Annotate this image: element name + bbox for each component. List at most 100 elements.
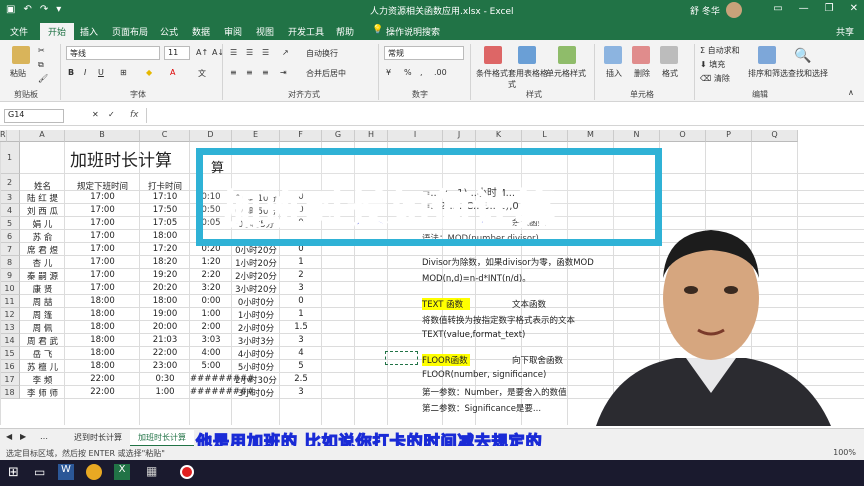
minimize-icon[interactable]: — [799, 3, 809, 14]
table-cell[interactable]: 周 君 武 [20, 335, 65, 347]
align-middle-icon[interactable]: ☰ [246, 48, 253, 57]
table-cell[interactable]: 18:00 [65, 322, 140, 332]
confirm-icon[interactable]: ✓ [108, 110, 115, 119]
row-header[interactable]: 7 [0, 243, 20, 256]
format-cells-button[interactable]: 格式 [662, 68, 678, 79]
table-cell[interactable]: 陆 红 提 [20, 192, 65, 204]
table-cell[interactable]: 周 佩 [20, 322, 65, 334]
table-cell[interactable]: 17:00 [65, 205, 140, 215]
table-cell[interactable]: 杏 儿 [20, 257, 65, 269]
table-cell[interactable]: 17:05 [140, 218, 190, 228]
selected-cell-g14[interactable] [385, 351, 418, 365]
excel-icon[interactable]: X [114, 464, 130, 480]
tab-home[interactable]: 开始 [40, 23, 75, 40]
table-cell[interactable]: 2:00 [190, 322, 232, 332]
table-cell[interactable]: 1:00 [140, 387, 190, 397]
table-cell[interactable]: 1 [280, 309, 322, 319]
column-header[interactable]: E [232, 130, 280, 142]
row-header[interactable]: 5 [0, 217, 20, 230]
fill-button[interactable]: ⬇ 填充 [700, 59, 725, 70]
table-cell[interactable]: 5小时0分 [232, 361, 280, 373]
table-cell[interactable]: 3:03 [190, 335, 232, 345]
zoom-level[interactable]: 100% [833, 448, 856, 457]
table-cell[interactable]: 18:00 [65, 361, 140, 371]
column-header[interactable]: L [522, 130, 568, 142]
comma-icon[interactable]: , [420, 68, 423, 77]
font-color-icon[interactable]: A [170, 68, 175, 77]
app-icon[interactable]: ▦ [146, 464, 157, 478]
format-painter-icon[interactable]: 🖌 [38, 74, 48, 83]
table-cell[interactable]: 17:20 [140, 244, 190, 254]
orientation-icon[interactable]: ↗ [282, 48, 289, 57]
table-cell[interactable]: 19:20 [140, 270, 190, 280]
table-cell[interactable]: 4:00 [190, 348, 232, 358]
tab-file[interactable]: 文件 [10, 25, 28, 38]
align-center-icon[interactable]: ≡ [246, 68, 253, 77]
collapse-ribbon-icon[interactable]: ∧ [848, 88, 854, 97]
row-header[interactable]: 9 [0, 269, 20, 282]
row-header[interactable]: 14 [0, 334, 20, 347]
table-cell[interactable]: 4 [280, 348, 322, 358]
underline-button[interactable]: U [98, 68, 104, 77]
name-box[interactable]: G14 [4, 109, 64, 123]
close-icon[interactable]: ✕ [850, 3, 858, 14]
column-header[interactable]: H [355, 130, 388, 142]
row-header[interactable]: 8 [0, 256, 20, 269]
header-name[interactable]: 姓名 [20, 180, 65, 192]
table-cell[interactable]: 苏 俞 [20, 231, 65, 243]
row-header[interactable]: 15 [0, 347, 20, 360]
table-cell[interactable]: 2小时20分 [232, 270, 280, 282]
number-format-select[interactable]: 常规 [384, 46, 464, 60]
table-cell[interactable]: 秦 嗣 源 [20, 270, 65, 282]
table-format-button[interactable]: 套用表格格式 [508, 68, 548, 90]
table-cell[interactable]: 周 篷 [20, 309, 65, 321]
table-cell[interactable]: 22:00 [140, 348, 190, 358]
wrap-text-button[interactable]: 自动换行 [306, 48, 338, 59]
table-cell[interactable]: 0 [280, 296, 322, 306]
align-top-icon[interactable]: ☰ [230, 48, 237, 57]
chrome-icon[interactable] [86, 464, 102, 480]
table-cell[interactable]: 17:00 [65, 244, 140, 254]
sheet-tab-overtime[interactable]: 加班时长计算 [130, 430, 194, 447]
table-cell[interactable]: 17:00 [65, 283, 140, 293]
table-cell[interactable]: 席 君 煜 [20, 244, 65, 256]
tab-view[interactable]: 视图 [256, 25, 274, 38]
table-cell[interactable]: 2:20 [190, 270, 232, 280]
table-cell[interactable]: 1:00 [190, 309, 232, 319]
chevron-down-icon[interactable]: ▾ [56, 4, 61, 15]
tab-insert[interactable]: 插入 [80, 25, 98, 38]
column-header[interactable]: P [706, 130, 752, 142]
tab-page-layout[interactable]: 页面布局 [112, 25, 148, 38]
table-cell[interactable]: 1 [280, 257, 322, 267]
ribbon-display-icon[interactable]: ▭ [773, 3, 782, 14]
bold-button[interactable]: B [68, 68, 74, 77]
table-cell[interactable]: 17:50 [140, 205, 190, 215]
align-left-icon[interactable]: ≡ [230, 68, 237, 77]
delete-cells-button[interactable]: 删除 [634, 68, 650, 79]
decimal-icon[interactable]: .00 [434, 68, 447, 77]
fx-icon[interactable]: fx [130, 110, 139, 120]
start-icon[interactable]: ⊞ [8, 465, 19, 480]
tab-data[interactable]: 数据 [192, 25, 210, 38]
column-header[interactable]: I [388, 130, 443, 142]
table-cell[interactable]: 周 喆 [20, 296, 65, 308]
table-cell[interactable]: 3小时0分 [232, 387, 280, 399]
column-header[interactable]: R [0, 130, 7, 142]
row-header[interactable]: 18 [0, 386, 20, 399]
column-header[interactable]: G [322, 130, 355, 142]
table-cell[interactable]: 1:20 [190, 257, 232, 267]
table-cell[interactable]: 19:00 [140, 309, 190, 319]
file-explorer-icon[interactable]: ▭ [34, 465, 45, 479]
column-header[interactable]: O [660, 130, 706, 142]
table-cell[interactable]: 18:00 [140, 231, 190, 241]
table-cell[interactable]: 20:20 [140, 283, 190, 293]
table-cell[interactable]: 18:20 [140, 257, 190, 267]
table-cell[interactable]: 3小时20分 [232, 283, 280, 295]
column-header[interactable]: B [65, 130, 140, 142]
conditional-format-button[interactable]: 条件格式 [476, 68, 508, 79]
currency-icon[interactable]: ¥ [386, 68, 391, 77]
table-cell[interactable]: ######### [190, 374, 254, 384]
cancel-icon[interactable]: ✕ [92, 110, 99, 119]
formula-input[interactable] [146, 108, 856, 123]
table-cell[interactable]: 3:20 [190, 283, 232, 293]
